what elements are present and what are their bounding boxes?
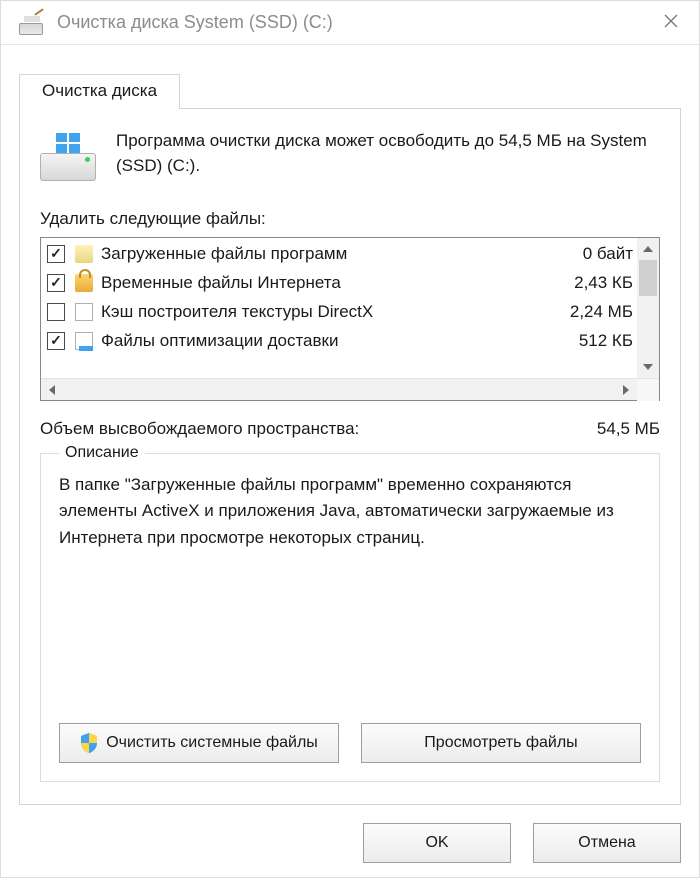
ok-button[interactable]: OK	[363, 823, 511, 863]
item-label: Загруженные файлы программ	[101, 244, 575, 264]
list-item[interactable]: ✓ Временные файлы Интернета 2,43 КБ	[41, 268, 637, 297]
item-size: 0 байт	[583, 244, 633, 264]
disk-cleanup-icon	[19, 11, 43, 35]
view-files-button[interactable]: Просмотреть файлы	[361, 723, 641, 763]
clean-system-files-button[interactable]: Очистить системные файлы	[59, 723, 339, 763]
list-item[interactable]: ✓ Файлы оптимизации доставки 512 КБ	[41, 326, 637, 355]
close-icon	[664, 11, 678, 34]
total-gain-value: 54,5 МБ	[597, 419, 660, 439]
clean-system-files-label: Очистить системные файлы	[106, 734, 318, 752]
item-checkbox[interactable]: ✓	[47, 274, 65, 292]
scroll-left-button[interactable]	[41, 379, 63, 401]
disk-cleanup-window: Очистка диска System (SSD) (C:) Очистка …	[0, 0, 700, 878]
dialog-footer: OK Отмена	[19, 805, 681, 863]
item-size: 2,43 КБ	[574, 273, 633, 293]
item-checkbox[interactable]: ✓	[47, 245, 65, 263]
drive-icon	[40, 133, 96, 181]
file-icon	[75, 303, 93, 321]
view-files-label: Просмотреть файлы	[424, 734, 577, 752]
item-size: 2,24 МБ	[570, 302, 633, 322]
item-size: 512 КБ	[579, 331, 633, 351]
tab-content: Программа очистки диска может освободить…	[19, 108, 681, 805]
files-list: ✓ Загруженные файлы программ 0 байт ✓ Времен…	[40, 237, 660, 401]
total-gain-label: Объем высвобождаемого пространства:	[40, 419, 359, 439]
files-list-label: Удалить следующие файлы:	[40, 209, 660, 229]
description-text: В папке "Загруженные файлы программ" вре…	[59, 472, 641, 709]
tab-strip: Очистка диска	[19, 73, 681, 108]
folder-icon	[75, 245, 93, 263]
list-item[interactable]: Кэш построителя текстуры DirectX 2,24 МБ	[41, 297, 637, 326]
item-label: Кэш построителя текстуры DirectX	[101, 302, 562, 322]
titlebar: Очистка диска System (SSD) (C:)	[1, 1, 699, 45]
item-checkbox[interactable]: ✓	[47, 332, 65, 350]
uac-shield-icon	[80, 733, 98, 753]
scroll-thumb[interactable]	[639, 260, 657, 296]
vertical-scrollbar[interactable]	[637, 238, 659, 378]
list-item[interactable]: ✓ Загруженные файлы программ 0 байт	[41, 239, 637, 268]
tab-disk-cleanup[interactable]: Очистка диска	[19, 74, 180, 109]
description-group: Описание В папке "Загруженные файлы прог…	[40, 453, 660, 782]
scroll-right-button[interactable]	[615, 379, 637, 401]
file-icon	[75, 332, 93, 350]
close-button[interactable]	[647, 1, 695, 45]
info-row: Программа очистки диска может освободить…	[40, 129, 660, 181]
scroll-up-button[interactable]	[637, 238, 659, 260]
horizontal-scrollbar[interactable]	[41, 378, 659, 400]
item-label: Временные файлы Интернета	[101, 273, 566, 293]
lock-icon	[75, 274, 93, 292]
description-legend: Описание	[59, 444, 145, 462]
item-label: Файлы оптимизации доставки	[101, 331, 571, 351]
cancel-button[interactable]: Отмена	[533, 823, 681, 863]
total-gain-row: Объем высвобождаемого пространства: 54,5…	[40, 419, 660, 439]
scroll-down-button[interactable]	[637, 356, 659, 378]
info-text: Программа очистки диска может освободить…	[116, 129, 660, 181]
window-title: Очистка диска System (SSD) (C:)	[57, 12, 647, 33]
item-checkbox[interactable]	[47, 303, 65, 321]
